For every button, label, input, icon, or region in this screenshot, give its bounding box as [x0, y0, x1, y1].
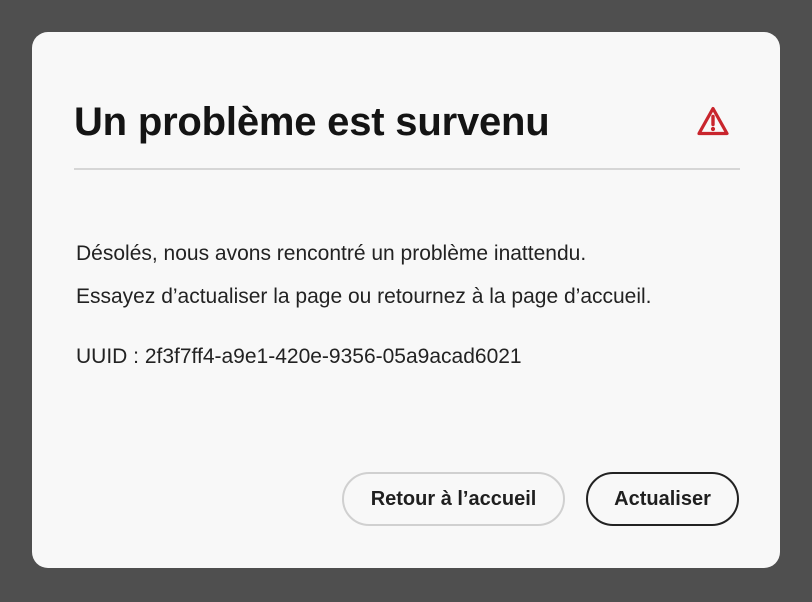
- message-line: Essayez d’actualiser la page ou retourne…: [76, 285, 652, 308]
- refresh-button[interactable]: Actualiser: [586, 472, 739, 526]
- warning-triangle-icon: [696, 105, 730, 137]
- home-button[interactable]: Retour à l’accueil: [342, 472, 565, 526]
- message-line: Désolés, nous avons rencontré un problèm…: [76, 242, 587, 265]
- error-message: Désolés, nous avons rencontré un problèm…: [76, 232, 756, 318]
- dialog-title: Un problème est survenu: [74, 100, 550, 144]
- error-dialog: Un problème est survenu Désolés, nous av…: [32, 32, 780, 568]
- uuid-text: UUID : 2f3f7ff4-a9e1-420e-9356-05a9acad6…: [76, 345, 522, 368]
- dialog-header: Un problème est survenu: [74, 100, 740, 170]
